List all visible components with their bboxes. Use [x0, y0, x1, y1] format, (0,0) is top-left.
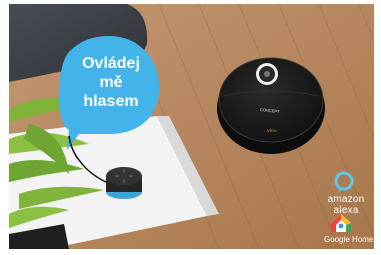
robot-vacuum [217, 57, 325, 154]
echo-dot-speaker [106, 167, 142, 199]
bubble-line-1: Ovládej [82, 55, 140, 72]
photo-canvas: Ovládej mě hlasem CONCEPT VR3x amazon al… [0, 0, 381, 255]
robot-model-label: VR3x [267, 128, 277, 133]
photo-frame: Ovládej mě hlasem CONCEPT VR3x amazon al… [9, 4, 374, 249]
alexa-label: amazon alexa [327, 194, 365, 216]
google-home-label: Google Home [324, 235, 374, 244]
bubble-line-3: hlasem [83, 93, 139, 110]
speech-bubble-text: Ovládej mě hlasem [65, 54, 157, 111]
bubble-line-2: mě [99, 74, 123, 91]
